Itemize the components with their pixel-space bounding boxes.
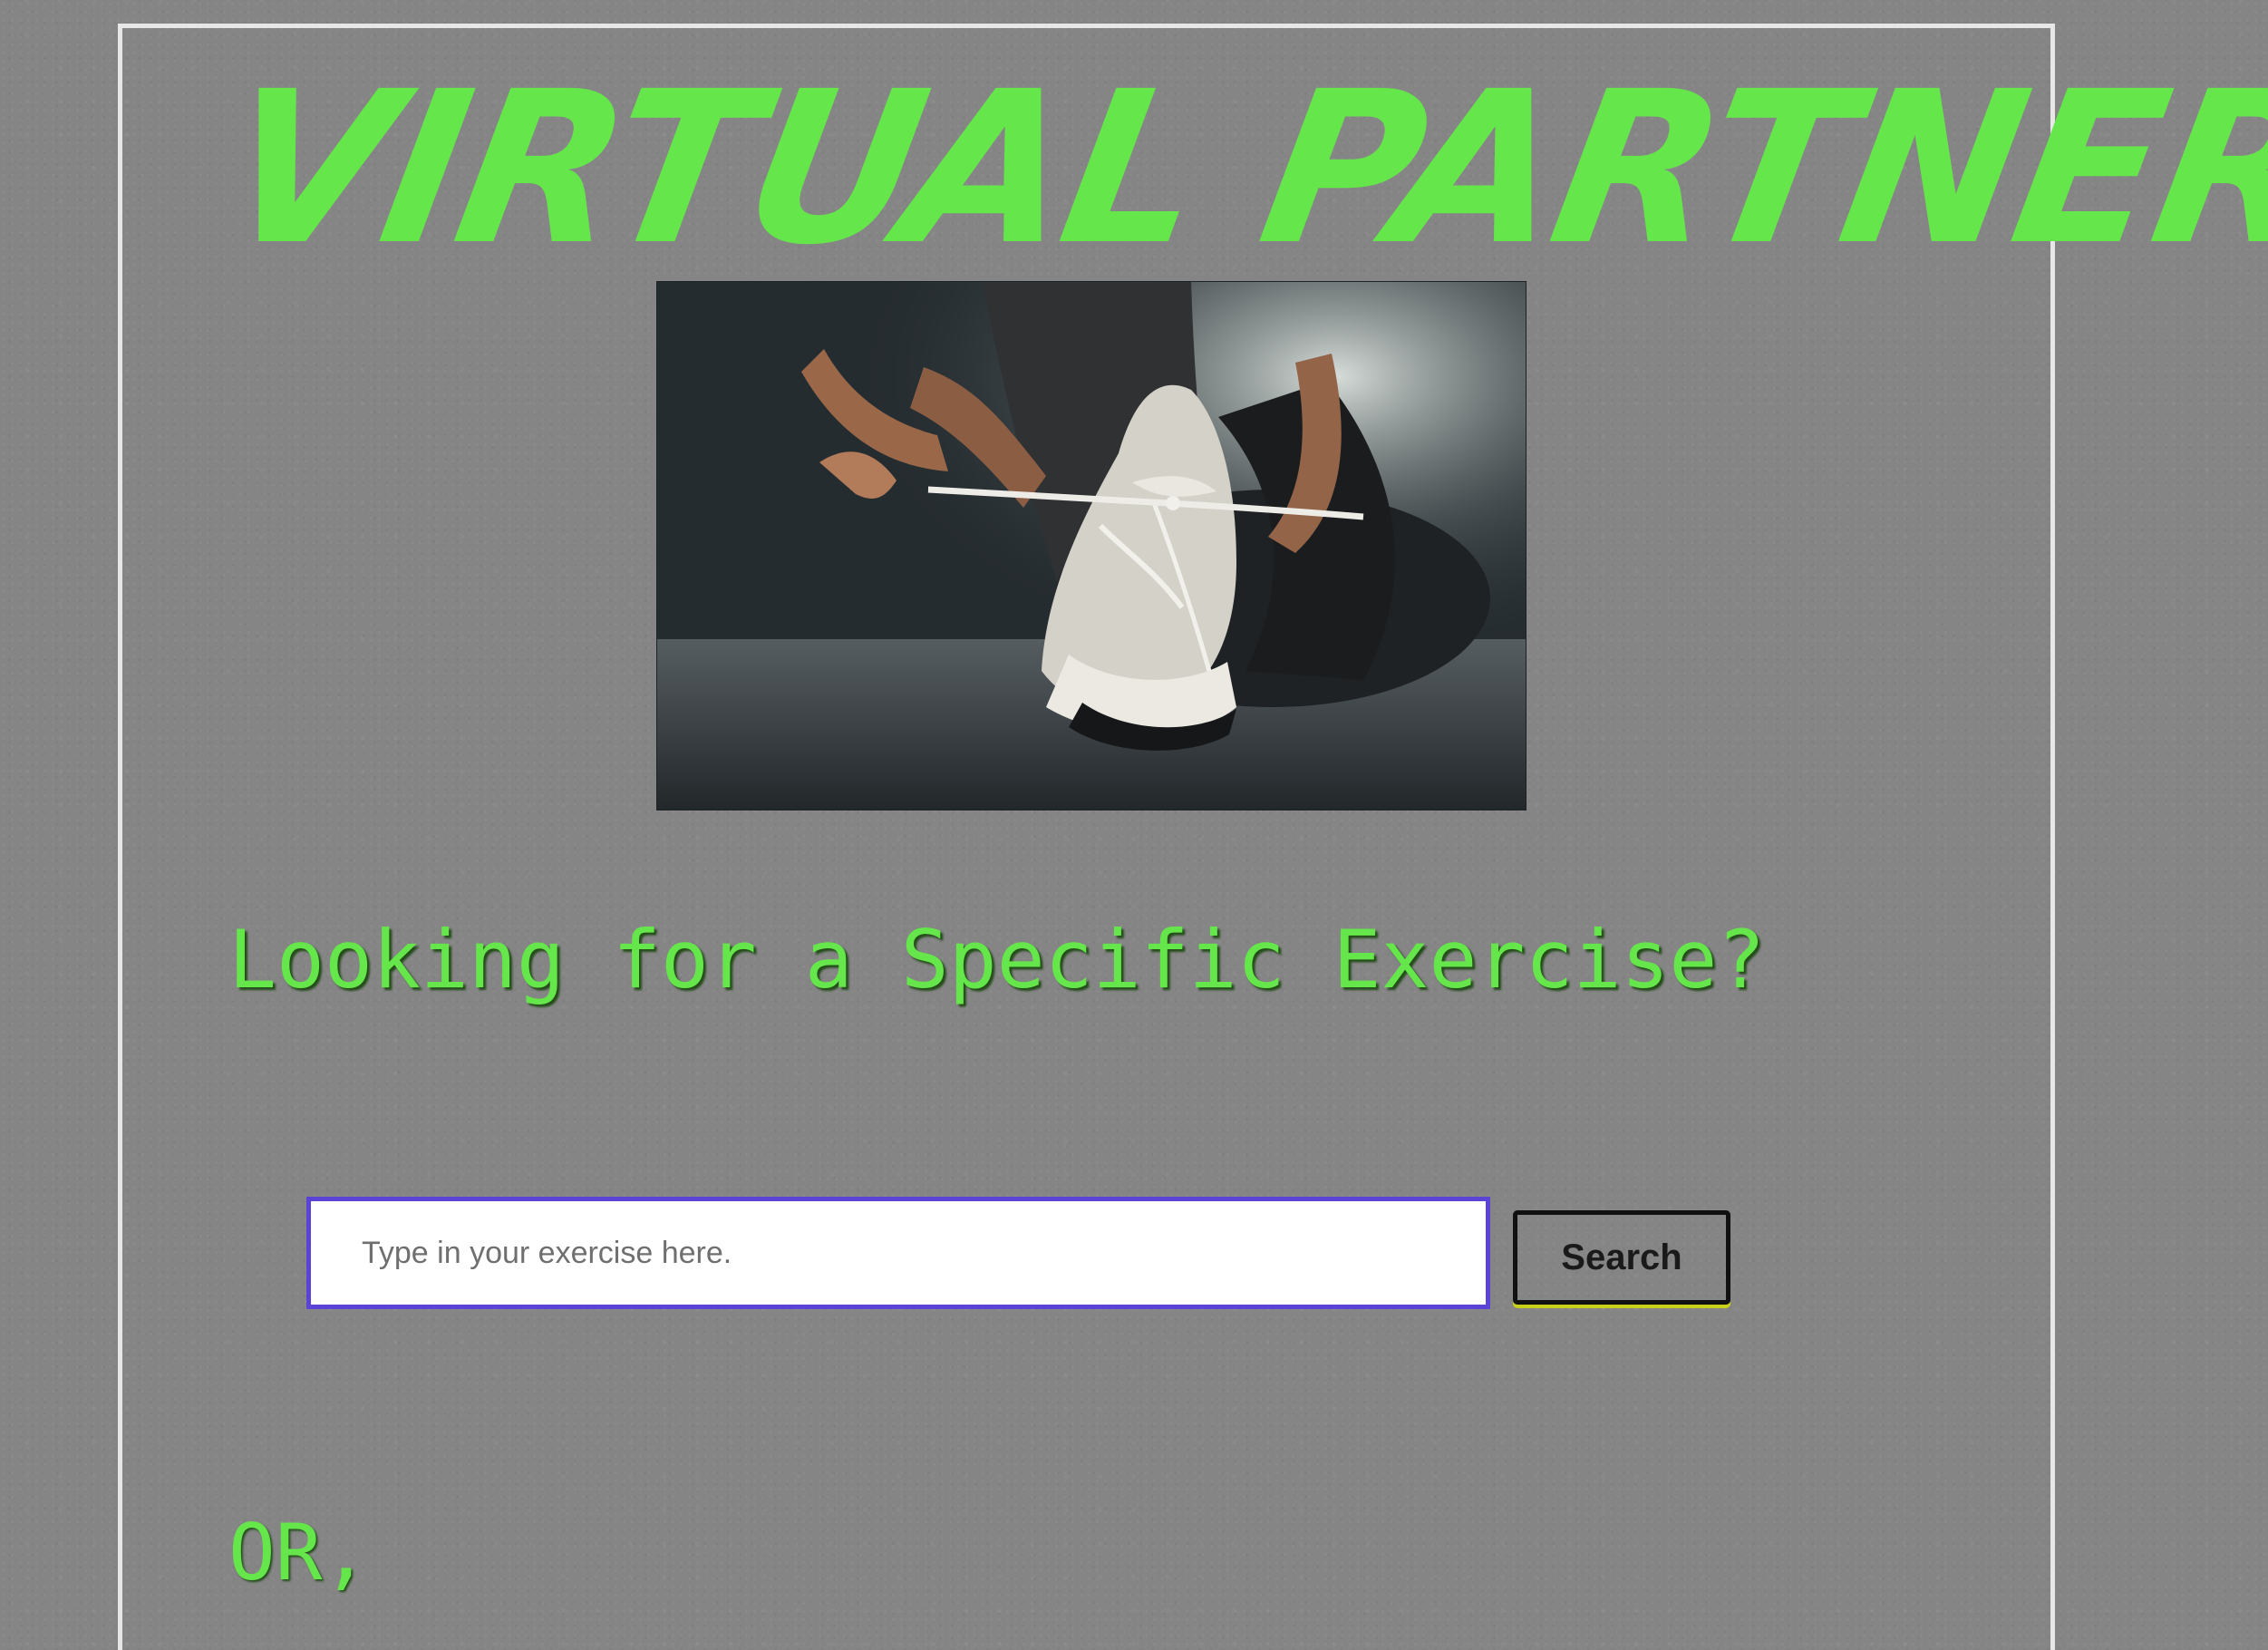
hero-image xyxy=(656,281,1527,810)
site-title: Virtual Partner xyxy=(207,46,2268,291)
search-input[interactable] xyxy=(306,1197,1490,1309)
search-button[interactable]: Search xyxy=(1513,1210,1730,1305)
section-heading: Looking for a Specific Exercise? xyxy=(228,913,1766,1006)
running-shoe-photo-icon xyxy=(656,281,1527,810)
or-label: OR, xyxy=(228,1508,370,1598)
